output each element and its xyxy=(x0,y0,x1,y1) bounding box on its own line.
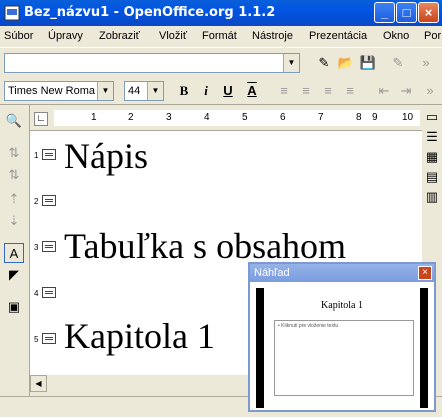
ruler-number: 9 xyxy=(372,112,378,123)
menu-window[interactable]: Okno xyxy=(383,30,409,42)
ruler-number: 2 xyxy=(128,112,134,123)
ruler: ∟ 1 2 3 4 5 6 7 8 9 10 xyxy=(30,108,422,131)
handout-view-icon[interactable]: ▥ xyxy=(423,187,441,207)
slide-preview-body: • Kliknutí pre vloženie textu xyxy=(274,320,414,396)
slide-canvas: Kapitola 1 • Kliknutí pre vloženie textu xyxy=(264,288,420,408)
preview-title: Náhľad xyxy=(254,267,290,279)
bold-button[interactable]: B xyxy=(174,81,194,101)
preview-window[interactable]: Náhľad × Kapitola 1 • Kliknutí pre vlože… xyxy=(248,262,436,412)
drawing-view-icon[interactable]: ▭ xyxy=(423,107,441,127)
ruler-number: 6 xyxy=(280,112,286,123)
slide-icon xyxy=(42,287,56,298)
align-left-icon[interactable]: ≡ xyxy=(274,81,294,101)
outline-toolbar: 🔍 ⇅ ⇅ ⇡ ⇣ A ◤ ▣ xyxy=(0,105,30,405)
slide-number: 3 xyxy=(34,243,39,252)
ruler-number: 10 xyxy=(402,112,414,123)
ruler-number: 1 xyxy=(91,112,97,123)
slide-icon xyxy=(42,241,56,252)
chevron-down-icon[interactable]: ▼ xyxy=(97,82,113,100)
font-name-combo[interactable]: Times New Roma ▼ xyxy=(4,81,114,101)
shadow-button[interactable]: A xyxy=(242,81,262,101)
url-combo[interactable]: ▼ xyxy=(4,53,300,73)
function-bar: ▼ ✎ 📂 💾 ✎ » xyxy=(0,47,442,79)
slide-preview-body-text: • Kliknutí pre vloženie textu xyxy=(278,323,339,329)
slide-title-text[interactable]: Tabuľka s obsahom xyxy=(64,225,346,267)
demote-icon[interactable]: ⇅ xyxy=(4,143,24,163)
slide-show-icon[interactable]: ▣ xyxy=(4,297,24,317)
slide-number: 2 xyxy=(34,197,39,206)
outline-row[interactable]: 2 xyxy=(34,189,414,213)
formatting-icon[interactable]: A xyxy=(4,243,24,263)
maximize-icon: □ xyxy=(402,5,411,20)
open-folder-icon[interactable]: 📂 xyxy=(336,53,356,73)
slide-number: 1 xyxy=(34,151,39,160)
slide-number: 4 xyxy=(34,289,39,298)
slide-icon xyxy=(42,333,56,344)
move-up-icon[interactable]: ⇡ xyxy=(4,189,24,209)
slide-number: 5 xyxy=(34,335,39,344)
font-size-combo[interactable]: 44 ▼ xyxy=(124,81,164,101)
menu-bar: Súbor Úpravy Zobraziť Vložiť Formát Nást… xyxy=(0,26,442,46)
ruler-track[interactable] xyxy=(54,110,420,126)
preview-title-bar[interactable]: Náhľad × xyxy=(250,264,434,282)
increase-indent-icon[interactable]: ⇥ xyxy=(396,81,416,101)
ruler-number: 5 xyxy=(242,112,248,123)
menu-help[interactable]: Por xyxy=(424,30,441,42)
move-down-icon[interactable]: ⇣ xyxy=(4,211,24,231)
justify-icon[interactable]: ≡ xyxy=(340,81,360,101)
outline-row[interactable]: 3 Tabuľka s obsahom xyxy=(34,225,414,267)
outline-view-icon[interactable]: ☰ xyxy=(423,127,441,147)
ruler-number: 3 xyxy=(166,112,172,123)
maximize-button[interactable]: □ xyxy=(396,2,417,23)
menu-tools[interactable]: Nástroje xyxy=(252,30,293,42)
close-icon: × xyxy=(424,5,433,20)
slide-icon xyxy=(42,195,56,206)
notes-view-icon[interactable]: ▤ xyxy=(423,167,441,187)
app-icon[interactable] xyxy=(4,5,20,21)
more-icon[interactable]: » xyxy=(420,81,440,101)
zoom-icon[interactable]: 🔍 xyxy=(4,111,24,131)
menu-file[interactable]: Súbor xyxy=(4,30,33,42)
edit-icon[interactable]: ✎ xyxy=(388,53,408,73)
ruler-number: 7 xyxy=(318,112,324,123)
minimize-icon: _ xyxy=(380,5,389,20)
promote-icon[interactable]: ⇅ xyxy=(4,165,24,185)
edit-file-icon[interactable]: ✎ xyxy=(314,53,334,73)
font-name-value: Times New Roma xyxy=(8,85,95,97)
minimize-button[interactable]: _ xyxy=(374,2,395,23)
scroll-left-icon[interactable]: ◀ xyxy=(30,375,47,392)
font-size-value: 44 xyxy=(128,85,141,97)
ruler-number: 8 xyxy=(356,112,362,123)
more-icon[interactable]: » xyxy=(416,53,436,73)
align-right-icon[interactable]: ≡ xyxy=(318,81,338,101)
slide-preview-title: Kapitola 1 xyxy=(321,300,363,311)
italic-button[interactable]: i xyxy=(196,81,216,101)
ruler-number: 4 xyxy=(204,112,210,123)
menu-format[interactable]: Formát xyxy=(202,30,237,42)
tab-stop-icon[interactable]: ∟ xyxy=(34,112,48,126)
chevron-down-icon[interactable]: ▼ xyxy=(283,54,299,72)
close-icon[interactable]: × xyxy=(418,266,432,280)
window-title: Bez_názvu1 - OpenOffice.org 1.1.2 xyxy=(24,5,276,20)
object-bar: Times New Roma ▼ 44 ▼ B i U A ≡ ≡ ≡ ≡ ⇤ … xyxy=(0,78,442,105)
save-icon[interactable]: 💾 xyxy=(358,53,378,73)
slide-preview: Kapitola 1 • Kliknutí pre vloženie textu xyxy=(256,288,428,408)
chevron-down-icon[interactable]: ▼ xyxy=(147,82,163,100)
slide-title-text[interactable]: Nápis xyxy=(64,135,148,177)
decrease-indent-icon[interactable]: ⇤ xyxy=(374,81,394,101)
black-white-icon[interactable]: ◤ xyxy=(4,265,24,285)
menu-view[interactable]: Zobraziť xyxy=(99,30,140,42)
close-button[interactable]: × xyxy=(418,2,439,23)
underline-button[interactable]: U xyxy=(218,81,238,101)
align-center-icon[interactable]: ≡ xyxy=(296,81,316,101)
menu-insert[interactable]: Vložiť xyxy=(159,30,187,42)
title-bar: Bez_názvu1 - OpenOffice.org 1.1.2 _ □ × xyxy=(0,0,442,26)
outline-row[interactable]: 1 Nápis xyxy=(34,131,414,176)
menu-edit[interactable]: Úpravy xyxy=(48,30,83,42)
menu-presentation[interactable]: Prezentácia xyxy=(309,30,367,42)
slide-title-text[interactable]: Kapitola 1 xyxy=(64,315,215,357)
slide-view-icon[interactable]: ▦ xyxy=(423,147,441,167)
slide-icon xyxy=(42,149,56,160)
